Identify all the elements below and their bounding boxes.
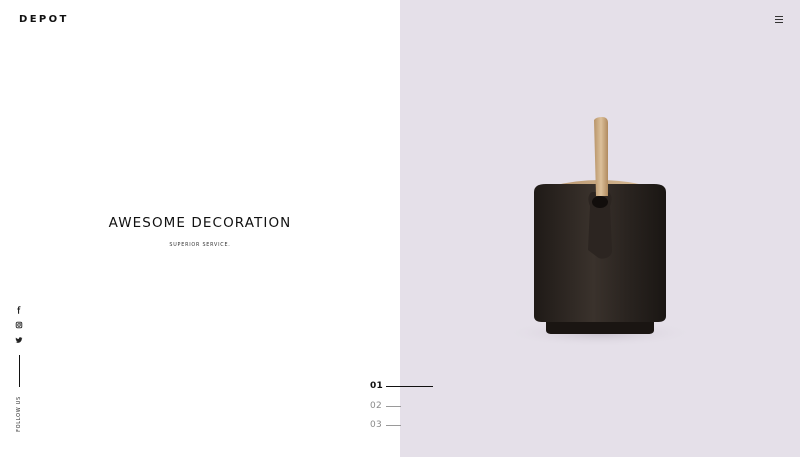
slide-number: 03 bbox=[370, 420, 383, 430]
teapot-base bbox=[546, 322, 654, 334]
hero-image-panel bbox=[400, 0, 800, 457]
twitter-icon[interactable] bbox=[15, 336, 23, 344]
teapot-spout-opening bbox=[592, 196, 608, 208]
social-links bbox=[15, 306, 23, 351]
hero-title: AWESOME DECORATION bbox=[108, 215, 292, 231]
site-logo[interactable]: DEPOT bbox=[19, 14, 69, 25]
hero-subtitle: SUPERIOR SERVICE. bbox=[169, 243, 231, 248]
left-panel: DEPOT AWESOME DECORATION SUPERIOR SERVIC… bbox=[0, 0, 400, 457]
slide-indicator-1[interactable]: 01 bbox=[370, 380, 433, 392]
slide-indicator-3[interactable]: 03 bbox=[370, 419, 401, 431]
follow-us-label: FOLLOW US bbox=[16, 396, 22, 432]
facebook-icon[interactable] bbox=[15, 306, 23, 314]
slide-number: 01 bbox=[370, 381, 384, 391]
slide-number: 02 bbox=[370, 401, 383, 411]
follow-divider bbox=[19, 355, 20, 387]
slide-progress-line bbox=[386, 405, 401, 407]
teapot-image bbox=[505, 117, 695, 347]
teapot-handle bbox=[594, 117, 608, 196]
slide-progress-line bbox=[386, 424, 401, 426]
slide-indicator-2[interactable]: 02 bbox=[370, 400, 401, 412]
instagram-icon[interactable] bbox=[15, 321, 23, 329]
slide-progress-line bbox=[386, 385, 433, 387]
